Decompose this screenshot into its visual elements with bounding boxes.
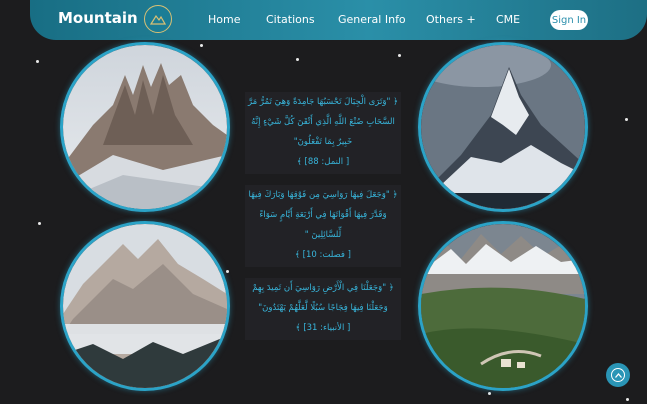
nav-others-dropdown[interactable]: Others + — [426, 13, 476, 26]
sign-in-button[interactable]: Sign In — [550, 10, 588, 30]
verse-card: ﴿ "وَتَرَى الْجِبَالَ تَحْسَبُهَا جَامِد… — [245, 92, 401, 174]
scroll-to-top-button[interactable] — [606, 363, 630, 387]
star — [625, 118, 628, 121]
star — [38, 222, 41, 225]
nav-home[interactable]: Home — [208, 13, 240, 26]
nav-cme[interactable]: CME — [496, 13, 520, 26]
mountain-image-peaks — [60, 42, 230, 212]
star — [296, 58, 299, 61]
star — [36, 60, 39, 63]
verse-card: ﴿ "وَجَعَلَ فِيهَا رَوَاسِيَ مِن فَوْقِه… — [245, 185, 401, 267]
star — [398, 54, 401, 57]
verse-card: ﴿ "وَجَعَلْنَا فِي الْأَرْضِ رَوَاسِيَ أ… — [245, 278, 401, 340]
verse-reference: [ الأنبياء: 31] ﴾ — [295, 323, 351, 333]
verse-text: ﴿ "وَتَرَى الْجِبَالَ تَحْسَبُهَا جَامِد… — [247, 97, 399, 147]
verse-reference: [ فصلت: 10] ﴾ — [294, 250, 351, 260]
mountain-image-misty-valley — [60, 221, 230, 391]
verse-text: ﴿ "وَجَعَلْنَا فِي الْأَرْضِ رَوَاسِيَ أ… — [252, 283, 394, 313]
brand-name[interactable]: Mountain — [58, 9, 138, 27]
star — [488, 392, 491, 395]
star — [226, 270, 229, 273]
chevron-up-icon — [611, 368, 625, 382]
star — [626, 398, 629, 401]
verse-text: ﴿ "وَجَعَلَ فِيهَا رَوَاسِيَ مِن فَوْقِه… — [248, 190, 398, 240]
top-navbar: Mountain Home Citations General Info Oth… — [30, 0, 647, 40]
nav-general-info[interactable]: General Info — [338, 13, 406, 26]
nav-citations[interactable]: Citations — [266, 13, 315, 26]
verse-reference: [ النمل: 88] ﴾ — [296, 157, 350, 167]
mountain-image-snowy-peak — [418, 42, 588, 212]
mountain-logo-icon[interactable] — [144, 5, 172, 33]
star — [200, 44, 203, 47]
mountain-image-alpine-village — [418, 221, 588, 391]
